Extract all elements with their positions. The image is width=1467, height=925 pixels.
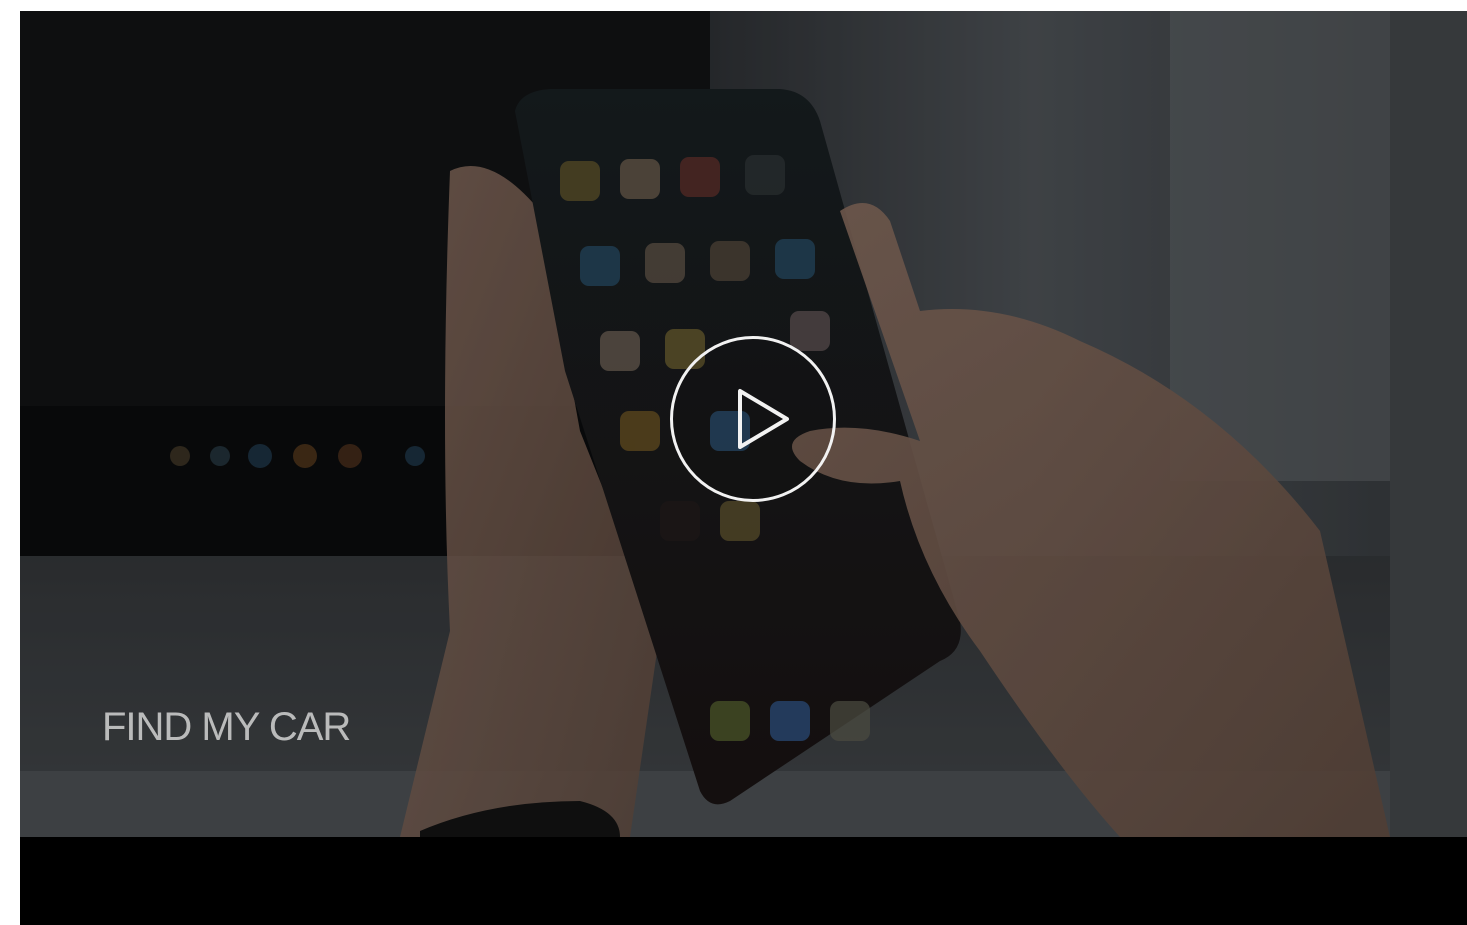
video-player[interactable]: FIND MY CAR bbox=[20, 11, 1467, 925]
play-button[interactable] bbox=[670, 336, 836, 502]
play-icon bbox=[738, 389, 789, 449]
player-bottom-bar bbox=[20, 837, 1467, 925]
video-caption: FIND MY CAR bbox=[102, 705, 351, 749]
video-frame[interactable]: FIND MY CAR bbox=[20, 11, 1467, 837]
